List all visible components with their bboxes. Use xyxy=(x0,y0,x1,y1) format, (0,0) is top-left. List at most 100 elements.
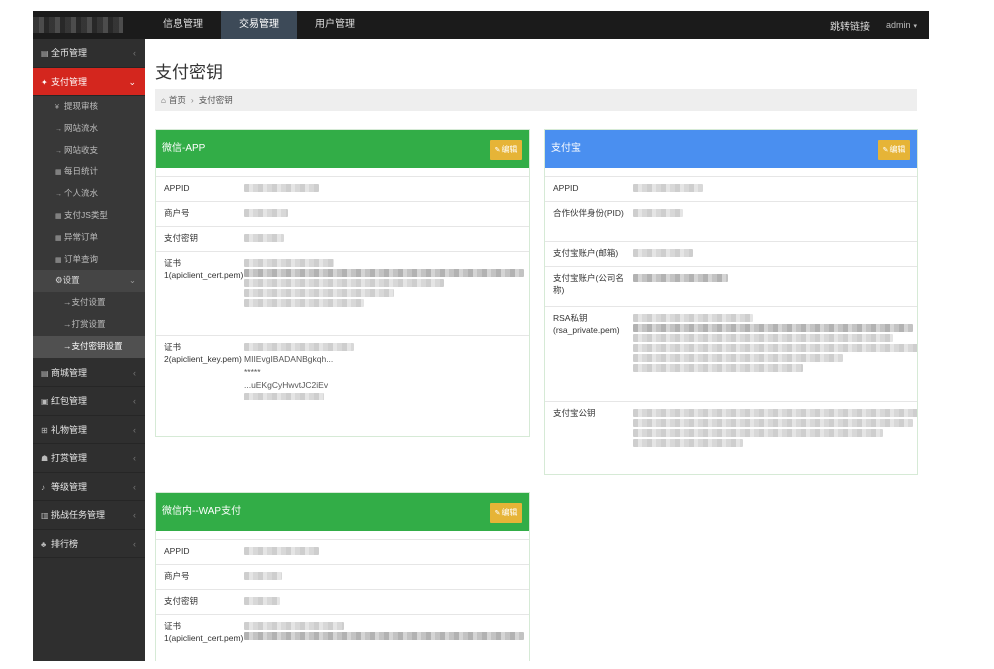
sidebar-sub-site-flow[interactable]: → 网站流水 xyxy=(33,117,145,140)
sidebar-settings-payment-key[interactable]: →支付密钥设置 xyxy=(33,335,145,358)
panel-title: 微信内--WAP支付 xyxy=(162,506,242,517)
breadcrumb: ⌂ 首页 › 支付密钥 xyxy=(155,89,917,111)
sidebar-settings-tip[interactable]: →打赏设置 xyxy=(33,313,145,336)
top-right: 跳转链接 admin ▾ xyxy=(830,11,917,39)
sidebar-item-mall[interactable]: ▤ 商城管理 ‹ xyxy=(33,359,145,388)
nav-info-management[interactable]: 信息管理 xyxy=(145,11,221,39)
chevron-down-icon: ⌄ xyxy=(128,275,136,286)
chevron-left-icon: ‹ xyxy=(133,510,136,521)
chevron-left-icon: ‹ xyxy=(133,424,136,435)
panel-title: 支付宝 xyxy=(551,143,581,154)
grid-icon: ▦ xyxy=(55,256,62,264)
home-icon: ⌂ xyxy=(161,96,166,105)
sidebar-item-label: 全币管理 xyxy=(51,48,88,58)
alipay-panel: 支付宝 ✎编辑 APPID 合作伙伴身份(PID) 支付宝账户(邮箱) 支付宝账… xyxy=(544,129,918,475)
grid-icon: ▦ xyxy=(55,169,62,177)
edit-icon: ✎ xyxy=(494,147,501,154)
key-row: 支付密钥 xyxy=(156,226,529,251)
nav-trade-management[interactable]: 交易管理 xyxy=(221,11,297,39)
grid-icon: ▦ xyxy=(55,212,62,220)
sidebar-item-ranking[interactable]: ♣ 排行榜 ‹ xyxy=(33,530,145,559)
nav-user-management[interactable]: 用户管理 xyxy=(297,11,373,39)
sidebar-item-label: 礼物管理 xyxy=(51,424,88,435)
chevron-left-icon: ‹ xyxy=(133,453,136,464)
sidebar-sub-order-query[interactable]: ▦ 订单查询 xyxy=(33,248,145,271)
row-label: 支付宝账户(邮箱) xyxy=(553,248,619,258)
page-title: 支付密钥 xyxy=(155,63,223,82)
sidebar-item-payment[interactable]: ✦ 支付管理 ⌄ xyxy=(33,67,145,96)
main-content: 支付密钥 ⌂ 首页 › 支付密钥 微信-APP ✎编辑 APPID 商户号 支付密钥 … xyxy=(145,39,929,661)
gear-icon: ⚙ xyxy=(55,275,63,286)
sidebar-sub-site-balance[interactable]: → 网站收支 xyxy=(33,139,145,162)
row-value-masked xyxy=(244,595,529,609)
row-label: APPID xyxy=(164,183,190,193)
sidebar-item-challenge[interactable]: ▥ 挑战任务管理 ‹ xyxy=(33,501,145,530)
sidebar-sub-label: 订单查询 xyxy=(64,253,99,264)
sidebar-sub-personal-flow[interactable]: → 个人流水 xyxy=(33,183,145,205)
sidebar-sub-pay-js-type[interactable]: ▦ 支付JS类型 xyxy=(33,204,145,227)
breadcrumb-current: 支付密钥 xyxy=(198,95,233,105)
panel-header: 微信内--WAP支付 ✎编辑 xyxy=(156,493,529,531)
row-value-masked xyxy=(244,207,529,221)
arrow-right-icon: → xyxy=(55,191,62,199)
cert-text-line-3: ...uEKgCyHwvtJC2iEv xyxy=(244,380,329,390)
sidebar-item-coin[interactable]: ▤ 全币管理 ‹ xyxy=(33,39,145,68)
grid-icon: ▦ xyxy=(55,234,62,242)
row-label: 支付密钥 xyxy=(164,233,199,243)
sidebar-sub-label: 支付JS类型 xyxy=(64,209,108,220)
row-label: 支付宝公钥 xyxy=(553,408,596,418)
key-row: 支付密钥 xyxy=(156,589,529,614)
edit-button[interactable]: ✎编辑 xyxy=(490,503,522,523)
edit-label: 编辑 xyxy=(889,145,906,154)
row-value-masked xyxy=(244,182,529,196)
row-label: 证书2(apiclient_key.pem) xyxy=(164,342,242,364)
row-label: 商户号 xyxy=(164,208,190,218)
jump-link[interactable]: 跳转链接 xyxy=(830,18,870,33)
sidebar-item-level[interactable]: ♪ 等级管理 ‹ xyxy=(33,473,145,502)
sidebar-settings-payment[interactable]: →支付设置 xyxy=(33,292,145,314)
sidebar-sub-label: 设置 xyxy=(62,275,80,286)
edit-button[interactable]: ✎编辑 xyxy=(490,140,522,160)
chevron-left-icon: ‹ xyxy=(133,367,136,378)
row-label: APPID xyxy=(164,546,190,556)
sidebar-sub-daily-stats[interactable]: ▦ 每日统计 xyxy=(33,161,145,184)
sidebar-sub-withdraw[interactable]: ¥ 提现审核 xyxy=(33,96,145,118)
cart-icon: ▤ xyxy=(41,368,49,378)
sidebar: ▤ 全币管理 ‹ ✦ 支付管理 ⌄ ¥ 提现审核 → 网站流水 → 网站收支 ▦ 每日统计 … xyxy=(33,39,145,661)
sidebar-item-label: 支付管理 xyxy=(51,76,88,87)
user-menu[interactable]: admin ▾ xyxy=(886,20,917,30)
key-row: 商户号 xyxy=(156,201,529,226)
row-value-masked xyxy=(633,407,917,466)
sidebar-item-redpacket[interactable]: ▣ 红包管理 ‹ xyxy=(33,387,145,416)
row-label: 商户号 xyxy=(164,571,190,581)
briefcase-icon: ▣ xyxy=(41,397,49,407)
brand-logo[interactable] xyxy=(33,11,145,39)
arrow-right-icon: → xyxy=(63,297,72,308)
arrow-right-icon: → xyxy=(63,340,72,351)
sidebar-item-label: 商城管理 xyxy=(51,367,88,378)
key-row: 支付宝账户(公司名称) xyxy=(545,266,917,306)
row-label: 证书1(apiclient_cert.pem) xyxy=(164,621,244,643)
row-label: RSA私钥(rsa_private.pem) xyxy=(553,313,620,335)
row-value-masked xyxy=(633,312,917,396)
row-label: 证书1(apiclient_cert.pem) xyxy=(164,258,244,280)
top-nav: 信息管理 交易管理 用户管理 xyxy=(145,11,373,39)
edit-label: 编辑 xyxy=(501,145,518,154)
edit-button[interactable]: ✎编辑 xyxy=(878,140,910,160)
chevron-left-icon: ‹ xyxy=(133,538,136,549)
sidebar-item-label: 打赏管理 xyxy=(51,453,88,464)
key-row: APPID xyxy=(156,176,529,201)
music-icon: ♪ xyxy=(41,482,45,492)
users-icon: ☗ xyxy=(41,454,49,464)
row-value-masked xyxy=(633,272,917,301)
row-label: 支付密钥 xyxy=(164,596,199,606)
sidebar-sub-settings[interactable]: ⚙设置 ⌄ xyxy=(33,270,145,293)
chevron-down-icon: ▾ xyxy=(913,23,917,30)
breadcrumb-home[interactable]: 首页 xyxy=(169,95,186,105)
sidebar-item-gift[interactable]: ⊞ 礼物管理 ‹ xyxy=(33,416,145,445)
gift-icon: ⊞ xyxy=(41,425,48,435)
sidebar-settings-label: 打赏设置 xyxy=(71,318,106,329)
sidebar-item-tip[interactable]: ☗ 打赏管理 ‹ xyxy=(33,444,145,473)
sidebar-sub-abnormal-orders[interactable]: ▦ 异常订单 xyxy=(33,226,145,249)
cert-text-line-1: MIIEvgIBADANBgkqh... xyxy=(244,354,334,364)
